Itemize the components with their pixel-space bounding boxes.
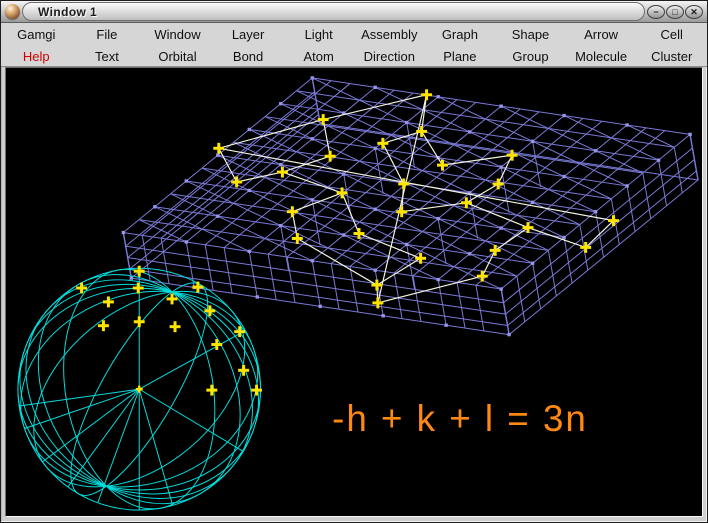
minimize-button[interactable]: − [647,5,665,19]
menu-item-text[interactable]: Text [72,45,143,67]
menu-item-group[interactable]: Group [495,45,566,67]
menu-item-bond[interactable]: Bond [213,45,284,67]
menu-item-atom[interactable]: Atom [283,45,354,67]
app-icon [5,4,20,19]
menu-item-window[interactable]: Window [142,23,213,45]
gamgi-window: Window 1 − □ ✕ Gamgi File Window Layer Light… [0,0,708,523]
viewport[interactable]: -h + k + l = 3n [5,67,703,517]
menu-item-molecule[interactable]: Molecule [566,45,637,67]
menu-item-assembly[interactable]: Assembly [354,23,425,45]
menu-item-arrow[interactable]: Arrow [566,23,637,45]
menu-item-layer[interactable]: Layer [213,23,284,45]
menu-item-plane[interactable]: Plane [425,45,496,67]
window-title-tab[interactable]: Window 1 [22,2,645,21]
menu-item-graph[interactable]: Graph [425,23,496,45]
menu-item-direction[interactable]: Direction [354,45,425,67]
title-bar[interactable]: Window 1 − □ ✕ [1,1,707,23]
gl-canvas[interactable]: -h + k + l = 3n [6,68,702,516]
menu-item-cluster[interactable]: Cluster [636,45,707,67]
cell-lattice[interactable] [6,68,702,516]
maximize-button[interactable]: □ [666,5,684,19]
menu-item-help[interactable]: Help [1,45,72,67]
menu-item-shape[interactable]: Shape [495,23,566,45]
menu-item-orbital[interactable]: Orbital [142,45,213,67]
menu-item-cell[interactable]: Cell [636,23,707,45]
equation-text[interactable]: -h + k + l = 3n [332,398,588,439]
menu-item-file[interactable]: File [72,23,143,45]
bond-network[interactable] [218,94,614,304]
atom-crosses[interactable] [213,89,619,309]
close-button[interactable]: ✕ [685,5,703,19]
menu-item-light[interactable]: Light [283,23,354,45]
window-title: Window 1 [38,4,98,19]
menu-item-gamgi[interactable]: Gamgi [1,23,72,45]
menu-bar: Gamgi File Window Layer Light Assembly Graph Sh… [1,23,707,67]
